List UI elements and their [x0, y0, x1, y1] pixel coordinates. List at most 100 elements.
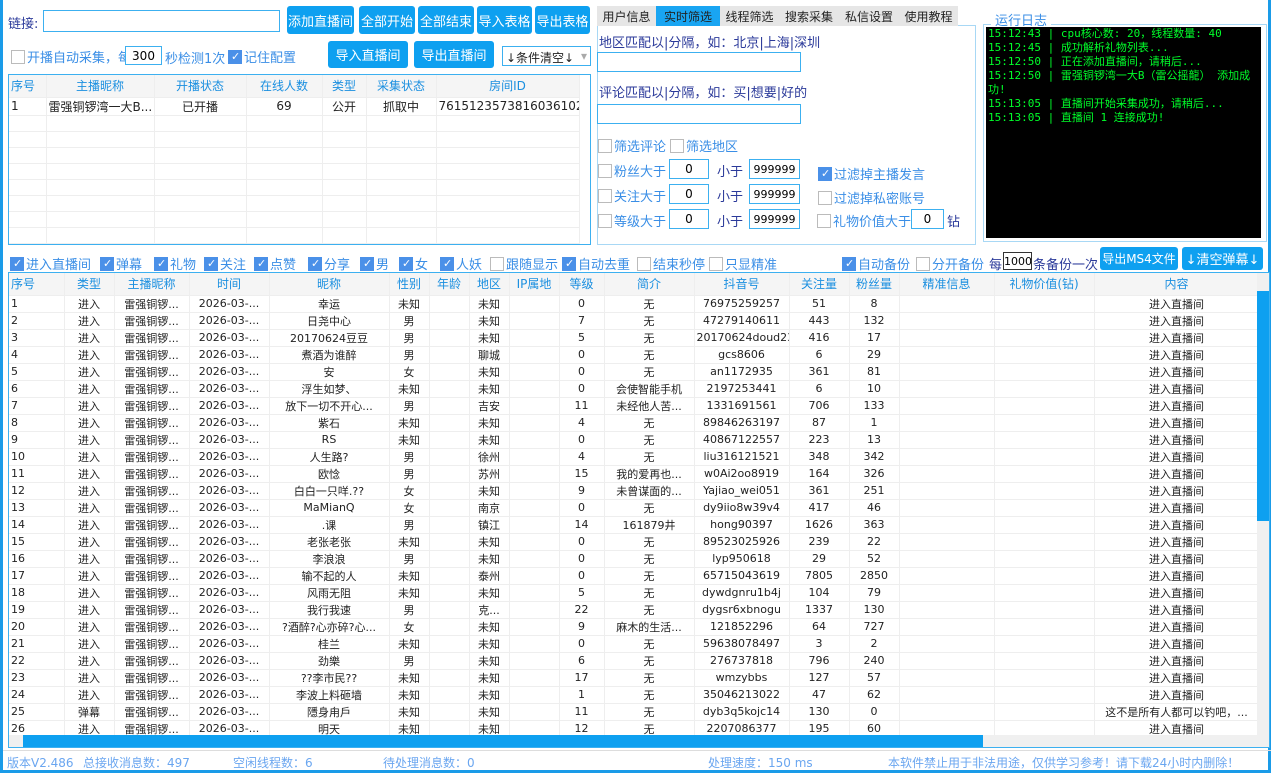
interval-input[interactable] — [125, 46, 162, 65]
tab-3[interactable]: 搜索采集 — [779, 6, 839, 26]
option-checkbox-0[interactable]: 进入直播间 — [10, 254, 91, 273]
message-col-header[interactable]: 等级 — [559, 273, 605, 296]
message-row[interactable]: 21 进入 雷强铜锣... 2026-03-... 桂兰 未知 未知 0 无 5963807849… — [9, 635, 1260, 653]
vertical-scrollbar[interactable] — [1257, 273, 1269, 735]
message-row[interactable]: 18 进入 雷强铜锣... 2026-03-... 风雨无阻 未知 未知 5 无 dywdgnru… — [9, 584, 1260, 602]
message-row[interactable]: 13 进入 雷强铜锣... 2026-03-... MaMianQ 女 南京 0 无 dy9iio… — [9, 499, 1260, 517]
fans-min-input[interactable] — [669, 159, 709, 179]
option-checkbox-10[interactable]: 自动去重 — [562, 254, 630, 273]
clear-conditions-dropdown[interactable]: ↓条件清空↓ ▾ — [502, 46, 591, 66]
scrollbar-thumb[interactable] — [1257, 291, 1269, 521]
fans-max-input[interactable] — [749, 159, 800, 179]
message-row[interactable]: 10 进入 雷强铜锣... 2026-03-... 人生路? 男 徐州 4 无 liu316121… — [9, 448, 1260, 466]
link-input[interactable] — [43, 10, 280, 32]
option-checkbox-5[interactable]: 分享 — [308, 254, 350, 273]
message-col-header[interactable]: 关注量 — [789, 273, 850, 296]
message-row[interactable]: 23 进入 雷强铜锣... 2026-03-... ??李市民?? 未知 未知 17 无 wmzy… — [9, 669, 1260, 687]
message-row[interactable]: 15 进入 雷强铜锣... 2026-03-... 老张老张 未知 未知 0 无 89523025… — [9, 533, 1260, 551]
room-col-header[interactable]: 在线人数 — [246, 75, 323, 98]
room-col-header[interactable]: 类型 — [322, 75, 367, 98]
message-col-header[interactable]: 序号 — [9, 273, 65, 296]
room-col-header[interactable]: 房间ID — [436, 75, 580, 98]
message-col-header[interactable]: 礼物价值(钻) — [994, 273, 1095, 296]
message-row[interactable]: 5 进入 雷强铜锣... 2026-03-... 安女 未知 0 无 an1172935 361 8… — [9, 363, 1260, 381]
tab-1[interactable]: 实时筛选 — [656, 6, 720, 26]
region-input[interactable] — [597, 52, 801, 72]
room-row[interactable]: 1 雷强铜锣湾一大B... 已开播 69 公开 抓取中 761512357381603610… — [9, 97, 580, 116]
message-col-header[interactable]: 年龄 — [429, 273, 470, 296]
top-button-3[interactable]: 导入表格 — [477, 6, 532, 34]
import-room-button[interactable]: 导入直播间 — [328, 41, 408, 68]
message-col-header[interactable]: 昵称 — [269, 273, 390, 296]
message-row[interactable]: 7 进入 雷强铜锣... 2026-03-... 放下一切不开心... 男 吉安 11 未经他人… — [9, 397, 1260, 415]
option-checkbox-8[interactable]: 人妖 — [440, 254, 482, 273]
follow-min-input[interactable] — [669, 184, 709, 204]
message-col-header[interactable]: 时间 — [189, 273, 270, 296]
top-button-2[interactable]: 全部结束 — [418, 6, 474, 34]
follow-max-input[interactable] — [749, 184, 800, 204]
message-row[interactable]: 9 进入 雷强铜锣... 2026-03-... RS 未知 未知 0 无 40867122557… — [9, 431, 1260, 449]
export-ms4-button[interactable]: 导出MS4文件 — [1100, 247, 1178, 270]
h-scrollbar-thumb[interactable] — [23, 735, 983, 747]
message-row[interactable]: 17 进入 雷强铜锣... 2026-03-... 输不起的人 未知 泰州 0 无 6571504… — [9, 567, 1260, 585]
auto-collect-checkbox[interactable]: 开播自动采集，每 — [11, 47, 131, 66]
message-row[interactable]: 1 进入 雷强铜锣... 2026-03-... 幸运 未知 未知 0 无 76975259257… — [9, 295, 1260, 313]
message-row[interactable]: 16 进入 雷强铜锣... 2026-03-... 李浪浪男 未知 0 无 lyp950618 2… — [9, 550, 1260, 568]
export-room-button[interactable]: 导出直播间 — [414, 41, 494, 68]
room-col-header[interactable]: 采集状态 — [366, 75, 437, 98]
room-col-header[interactable]: 开播状态 — [154, 75, 247, 98]
option-checkbox-6[interactable]: 男 — [360, 254, 389, 273]
tab-0[interactable]: 用户信息 — [597, 6, 656, 26]
room-col-header[interactable]: 主播昵称 — [46, 75, 155, 98]
message-row[interactable]: 12 进入 雷强铜锣... 2026-03-... 白白一只咩.?? 女 未知 9 未曾谋面的.… — [9, 482, 1260, 500]
gift-value-checkbox[interactable]: 礼物价值大于 — [817, 211, 911, 230]
option-checkbox-7[interactable]: 女 — [399, 254, 428, 273]
message-row[interactable]: 19 进入 雷强铜锣... 2026-03-... 我行我速男 克... 22 无 dygsr6… — [9, 601, 1260, 619]
option-checkbox-3[interactable]: 关注 — [204, 254, 246, 273]
gift-value-input[interactable] — [911, 209, 944, 229]
tab-5[interactable]: 使用教程 — [899, 6, 958, 26]
option-checkbox-12[interactable]: 只显精准 — [709, 254, 777, 273]
backup-count-input[interactable] — [1003, 252, 1032, 270]
message-col-header[interactable]: IP属地 — [509, 273, 560, 296]
tab-2[interactable]: 线程筛选 — [720, 6, 779, 26]
message-col-header[interactable]: 内容 — [1094, 273, 1260, 296]
option-checkbox-9[interactable]: 跟随显示 — [490, 254, 558, 273]
message-col-header[interactable]: 地区 — [469, 273, 510, 296]
comment-input[interactable] — [597, 104, 801, 124]
filter-private-checkbox[interactable]: 过滤掉私密账号 — [818, 188, 925, 207]
top-button-1[interactable]: 全部开始 — [359, 6, 415, 34]
message-row[interactable]: 6 进入 雷强铜锣... 2026-03-... 浮生如梦、 未知 未知 0 会使智能手机 219… — [9, 380, 1260, 398]
message-col-header[interactable]: 抖音号 — [694, 273, 790, 296]
option-checkbox-11[interactable]: 结束秒停 — [637, 254, 705, 273]
filter-host-checkbox[interactable]: 过滤掉主播发言 — [818, 164, 925, 183]
level-min-input[interactable] — [669, 209, 709, 229]
remember-config-checkbox[interactable]: 记住配置 — [228, 47, 296, 66]
top-button-0[interactable]: 添加直播间 — [287, 6, 354, 34]
message-col-header[interactable]: 粉丝量 — [849, 273, 900, 296]
message-row[interactable]: 25 弹幕 雷强铜锣... 2026-03-... 隱身甪戶 未知 未知 11 无 dyb3q5k… — [9, 703, 1260, 721]
auto-backup-checkbox[interactable]: 自动备份 — [842, 254, 910, 273]
filter-comment-checkbox[interactable]: 筛选评论 — [598, 136, 666, 155]
message-row[interactable]: 20 进入 雷强铜锣... 2026-03-... ?酒醉?心亦碎?心... 女 未知 9 麻木… — [9, 618, 1260, 636]
follow-range-checkbox[interactable]: 关注大于 — [598, 186, 666, 205]
message-row[interactable]: 14 进入 雷强铜锣... 2026-03-... .课男镇江 14 161879井 hong… — [9, 516, 1260, 534]
option-checkbox-2[interactable]: 礼物 — [154, 254, 196, 273]
option-checkbox-4[interactable]: 点赞 — [254, 254, 296, 273]
fans-range-checkbox[interactable]: 粉丝大于 — [598, 161, 666, 180]
split-backup-checkbox[interactable]: 分开备份 — [916, 254, 984, 273]
horizontal-scrollbar[interactable] — [9, 735, 1269, 747]
top-button-4[interactable]: 导出表格 — [535, 6, 590, 34]
message-row[interactable]: 2 进入 雷强铜锣... 2026-03-... 日尧中心男 未知 7 无 4727914061… — [9, 312, 1260, 330]
message-row[interactable]: 24 进入 雷强铜锣... 2026-03-... 李波上料砸墙 未知 未知 1 无 350462… — [9, 686, 1260, 704]
message-row[interactable]: 4 进入 雷强铜锣... 2026-03-... 煮酒为谁醉男 聊城 0 无 gcs8606 6 2… — [9, 346, 1260, 364]
message-row[interactable]: 8 进入 雷强铜锣... 2026-03-... 紫石 未知 未知 4 无 89846263197… — [9, 414, 1260, 432]
filter-region-checkbox[interactable]: 筛选地区 — [670, 136, 738, 155]
message-row[interactable]: 11 进入 雷强铜锣... 2026-03-... 欧惗男 苏州 15 我的爱再也... w0A… — [9, 465, 1260, 483]
message-col-header[interactable]: 类型 — [64, 273, 115, 296]
room-col-header[interactable]: 序号 — [9, 75, 47, 98]
tab-4[interactable]: 私信设置 — [839, 6, 899, 26]
level-max-input[interactable] — [749, 209, 800, 229]
message-col-header[interactable]: 简介 — [604, 273, 695, 296]
option-checkbox-1[interactable]: 弹幕 — [100, 254, 142, 273]
